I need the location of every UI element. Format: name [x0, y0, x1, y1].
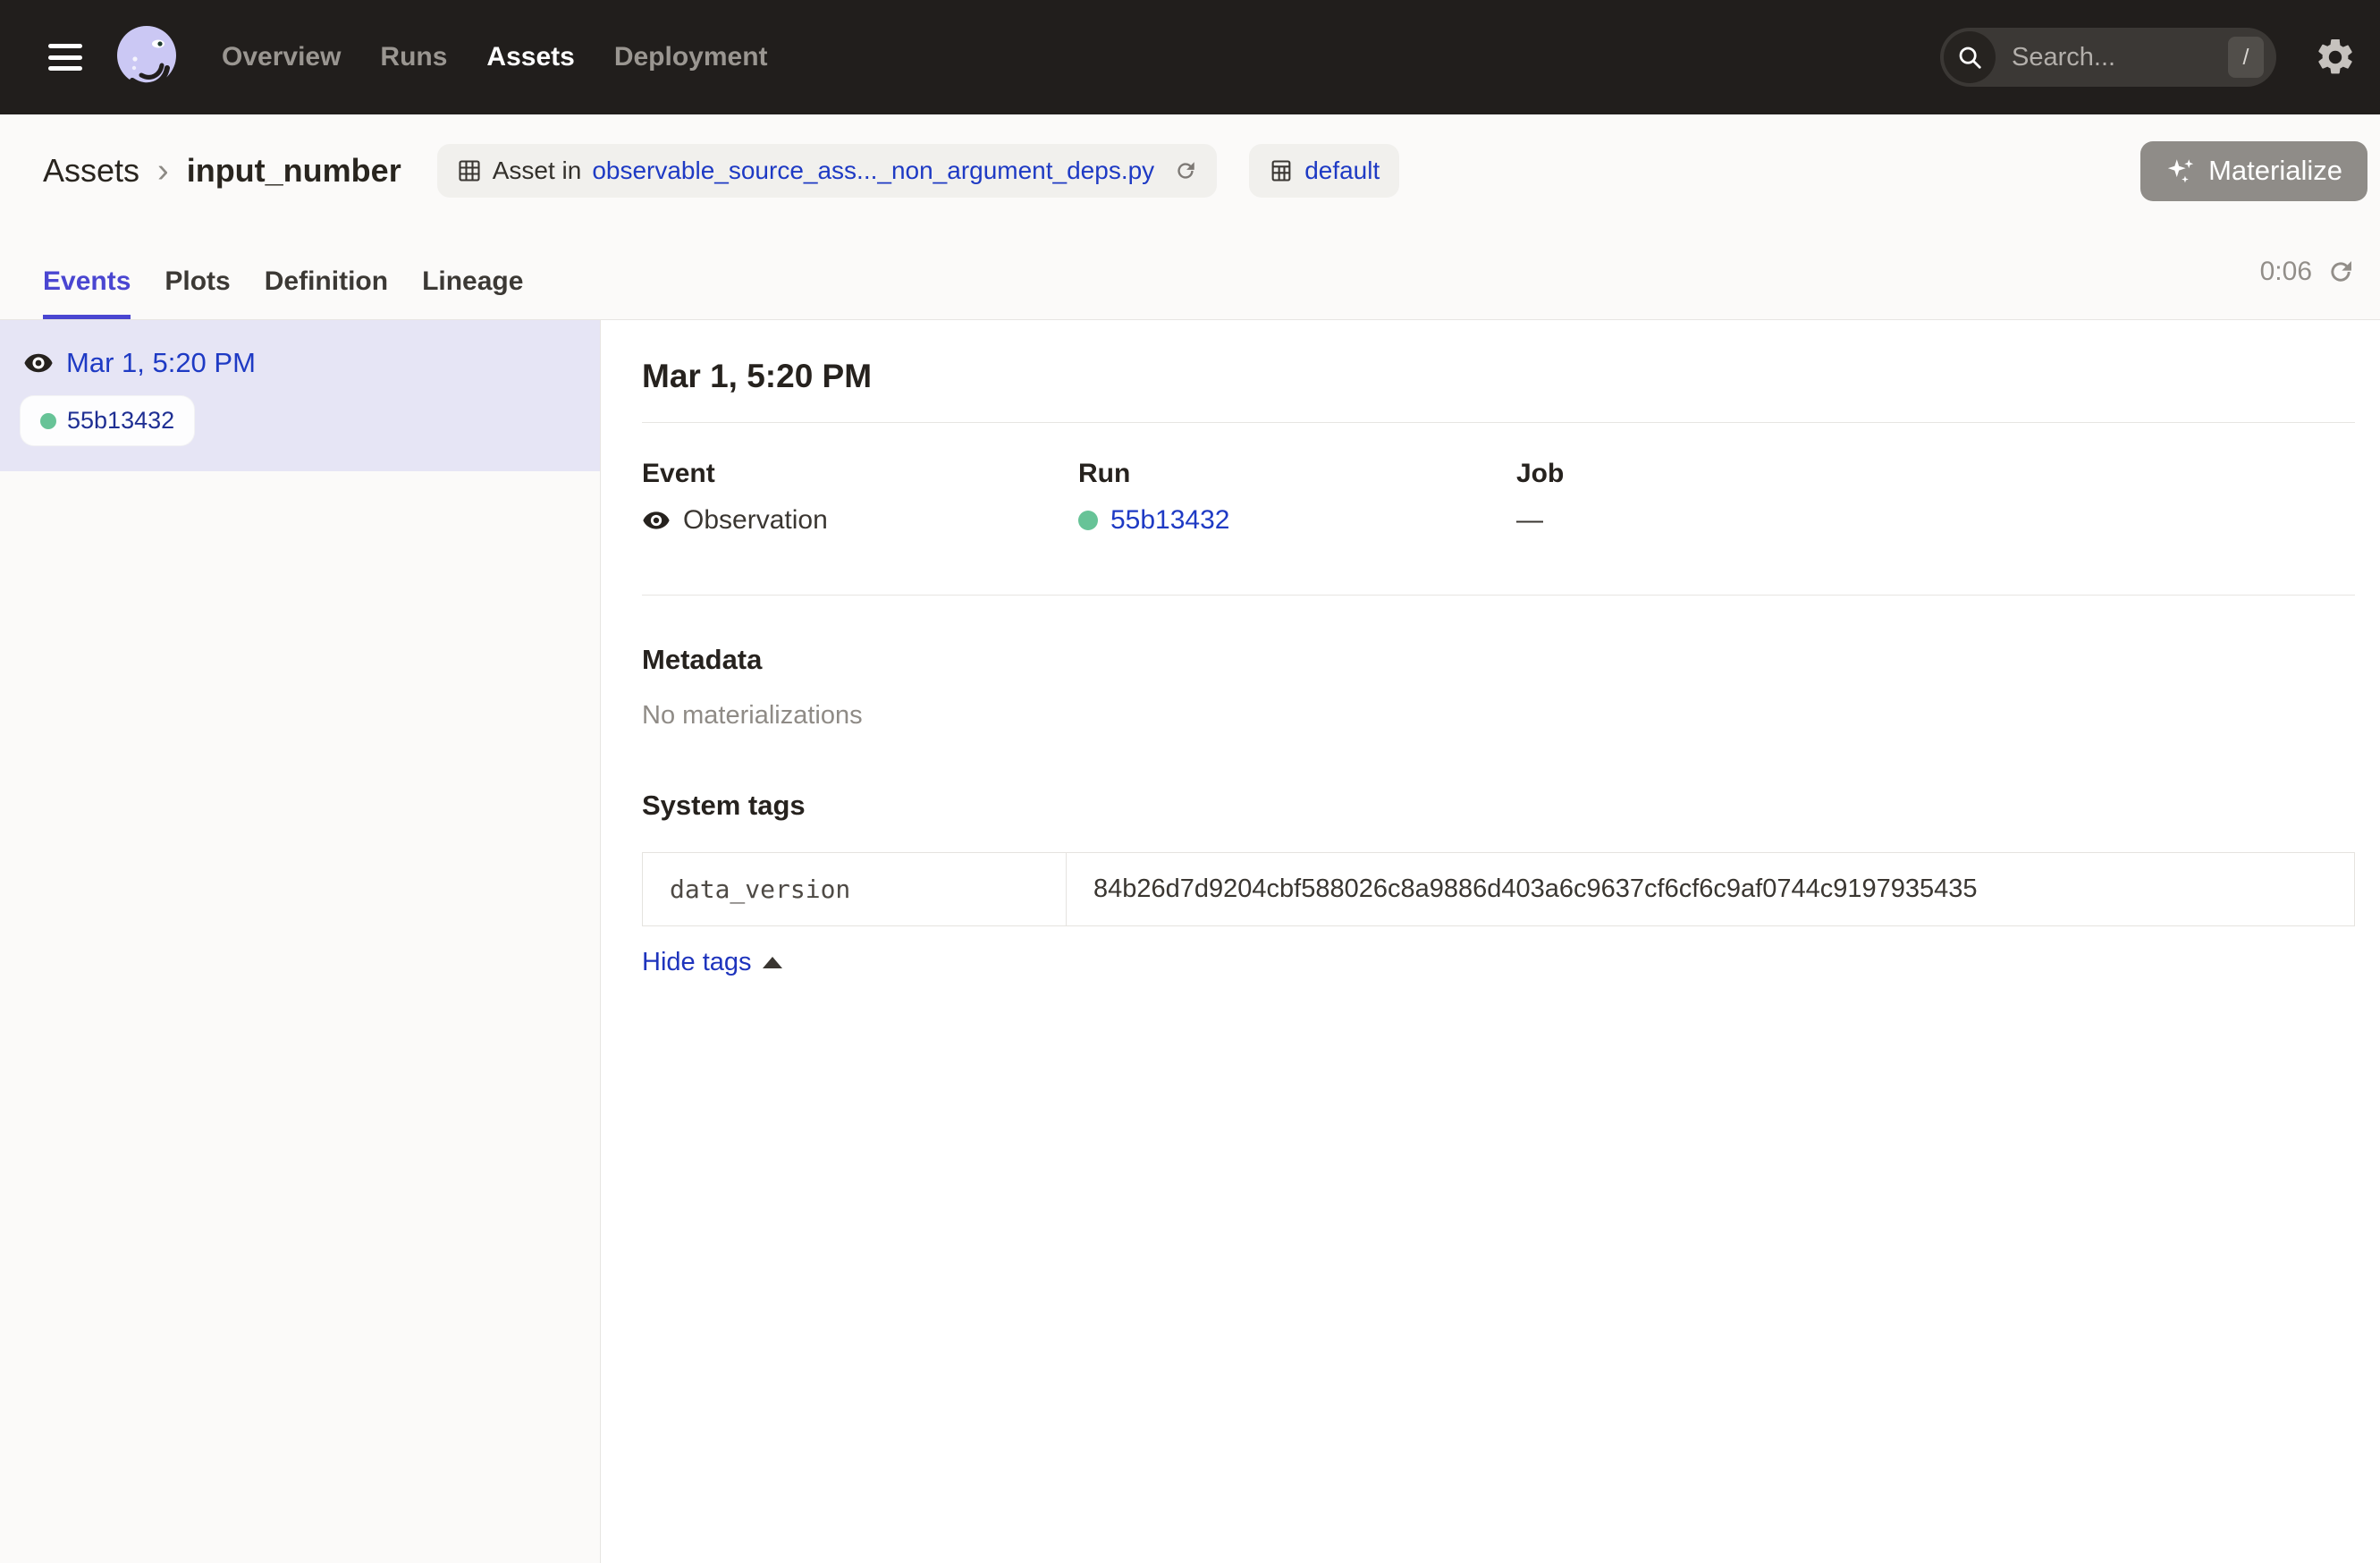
page-header: Assets › input_number Asset in observabl…: [0, 114, 2380, 320]
run-id-label: 55b13432: [67, 407, 174, 435]
chevron-right-icon: ›: [157, 152, 169, 190]
code-location-chip[interactable]: default: [1249, 144, 1399, 198]
refresh-icon[interactable]: [1174, 159, 1197, 182]
primary-nav: Overview Runs Assets Deployment: [222, 42, 768, 72]
grid-icon: [457, 158, 482, 183]
dagster-logo[interactable]: [113, 23, 181, 91]
hamburger-icon[interactable]: [48, 44, 82, 71]
event-type-value: Observation: [683, 505, 828, 536]
run-status-dot: [40, 413, 56, 429]
nav-item-assets[interactable]: Assets: [486, 42, 574, 72]
tag-value-cell: 84b26d7d9204cbf588026c8a9886d403a6c9637c…: [1067, 853, 2355, 926]
gear-icon[interactable]: [2314, 36, 2357, 79]
event-list-sidebar: Mar 1, 5:20 PM 55b13432: [0, 320, 601, 1563]
code-location-link[interactable]: default: [1304, 156, 1380, 185]
event-column: Event Observation: [642, 459, 1078, 536]
job-column-label: Job: [1516, 459, 2355, 489]
asset-chip-prefix: Asset in: [493, 156, 582, 185]
tag-key-cell: data_version: [643, 853, 1067, 926]
refresh-icon[interactable]: [2326, 258, 2355, 286]
eye-icon: [642, 506, 671, 535]
nav-item-deployment[interactable]: Deployment: [614, 42, 768, 72]
asset-definition-chip: Asset in observable_source_ass..._non_ar…: [437, 144, 1217, 198]
metadata-heading: Metadata: [642, 644, 2355, 676]
event-detail-title: Mar 1, 5:20 PM: [642, 358, 2355, 395]
event-list-item[interactable]: Mar 1, 5:20 PM 55b13432: [0, 320, 600, 471]
run-id-badge[interactable]: 55b13432: [20, 395, 195, 446]
refresh-countdown: 0:06: [2260, 257, 2312, 287]
breadcrumb: Assets › input_number Asset in observabl…: [0, 114, 2380, 200]
tab-definition[interactable]: Definition: [265, 266, 388, 319]
asset-source-file-link[interactable]: observable_source_ass..._non_argument_de…: [592, 156, 1154, 185]
run-column-label: Run: [1078, 459, 1516, 489]
event-summary-columns: Event Observation Run 55b13432: [642, 459, 2355, 536]
job-empty-value: —: [1516, 505, 1543, 536]
top-nav: Overview Runs Assets Deployment /: [0, 0, 2380, 114]
sparkle-icon: [2165, 156, 2196, 186]
eye-icon: [23, 348, 54, 378]
system-tags-heading: System tags: [642, 790, 2355, 822]
search-icon: [1944, 31, 1996, 83]
nav-item-overview[interactable]: Overview: [222, 42, 341, 72]
materialize-label: Materialize: [2208, 155, 2342, 187]
run-status-dot: [1078, 511, 1098, 530]
breadcrumb-assets-link[interactable]: Assets: [43, 152, 139, 190]
nav-item-runs[interactable]: Runs: [380, 42, 447, 72]
table-row: data_version 84b26d7d9204cbf588026c8a988…: [643, 853, 2355, 926]
repo-grid-icon: [1269, 158, 1294, 183]
tab-events[interactable]: Events: [43, 266, 131, 319]
page-title: input_number: [187, 152, 401, 190]
tab-plots[interactable]: Plots: [165, 266, 230, 319]
search-box[interactable]: /: [1940, 28, 2276, 87]
event-column-label: Event: [642, 459, 1078, 489]
tab-lineage[interactable]: Lineage: [422, 266, 523, 319]
slash-shortcut-key: /: [2228, 37, 2264, 78]
metadata-empty-text: No materializations: [642, 701, 2355, 731]
hide-tags-label: Hide tags: [642, 948, 752, 977]
tab-bar: Events Plots Definition Lineage 0:06: [0, 200, 2380, 319]
run-id-link[interactable]: 55b13432: [1110, 505, 1229, 536]
event-timestamp-link[interactable]: Mar 1, 5:20 PM: [66, 347, 256, 379]
search-input[interactable]: [2012, 43, 2182, 72]
caret-up-icon: [763, 957, 782, 968]
system-tags-table: data_version 84b26d7d9204cbf588026c8a988…: [642, 852, 2355, 926]
job-column: Job —: [1516, 459, 2355, 536]
run-column: Run 55b13432: [1078, 459, 1516, 536]
hide-tags-button[interactable]: Hide tags: [642, 948, 782, 977]
materialize-button[interactable]: Materialize: [2140, 141, 2367, 201]
event-detail-panel: Mar 1, 5:20 PM Event Observation Run: [601, 320, 2380, 1563]
